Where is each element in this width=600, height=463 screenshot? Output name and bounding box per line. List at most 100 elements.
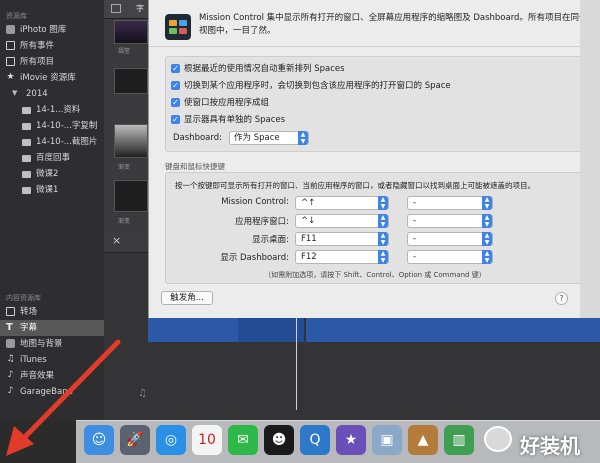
playhead[interactable] [296, 310, 297, 410]
mouse-shortcut-select[interactable]: - ▲ ▼ [407, 214, 493, 228]
chevron-updown-icon: ▲ ▼ [378, 214, 388, 228]
option-label: 根据最近的使用情况自动重新排列 Spaces [184, 64, 345, 74]
event-icon [22, 187, 31, 194]
option-group-windows[interactable]: ✓ 使窗口按应用程序成组 [171, 96, 269, 110]
shortcut-key-value: F12 [301, 252, 317, 262]
sidebar-item-label: 14-1...资料 [36, 105, 81, 115]
sidebar-item[interactable]: ★ iMovie 资源库 [0, 70, 104, 86]
dashboard-select[interactable]: 作为 Space ▲ ▼ [229, 131, 309, 145]
mission-control-preferences-window: Mission Control 集中显示所有打开的窗口、全屏幕应用程序的缩略图及… [148, 0, 600, 318]
sidebar-item[interactable]: 14-10-...截图片 [0, 134, 104, 150]
shortcut-label: Mission Control: [221, 197, 289, 207]
checkbox-checked-icon[interactable]: ✓ [171, 64, 180, 73]
shortcut-mouse-value: - [413, 216, 417, 226]
event-icon [22, 155, 31, 162]
wechat-icon[interactable]: ✉ [228, 425, 258, 455]
divider [149, 46, 600, 47]
title-thumbnail[interactable] [114, 20, 148, 44]
video-clip[interactable] [238, 318, 304, 342]
mouse-shortcut-select[interactable]: - ▲ ▼ [407, 250, 493, 264]
music-note-icon: ♫ [138, 388, 147, 399]
video-clip[interactable] [148, 318, 238, 342]
thumbnail-caption: 渐变 [118, 218, 131, 225]
calendar-icon[interactable]: 10 [192, 425, 222, 455]
keyboard-shortcut-select[interactable]: F11 ▲ ▼ [295, 232, 389, 246]
chevron-updown-icon: ▲ ▼ [482, 250, 492, 264]
help-button[interactable]: ? [555, 292, 568, 305]
close-icon[interactable]: × [112, 234, 121, 247]
preview-icon[interactable]: ▣ [372, 425, 402, 455]
chevron-updown-icon: ▲ ▼ [378, 196, 388, 210]
sidebar-item[interactable]: 转场 [0, 304, 104, 320]
shortcut-description: 按一个按键即可显示所有打开的窗口、当前应用程序的窗口，或者隐藏窗口以找到桌面上可… [175, 181, 535, 190]
title-thumbnail[interactable] [114, 180, 148, 212]
sidebar-item-label: iPhoto 图库 [20, 25, 67, 35]
option-label: 切换到某个应用程序时，会切换到包含该应用程序的打开窗口的 Space [184, 81, 451, 91]
checkbox-checked-icon[interactable]: ✓ [171, 81, 180, 90]
shortcut-row-app-windows: 应用程序窗口: ^↓ ▲ ▼ - ▲ ▼ [149, 214, 600, 228]
library-section-header: 资源库 [6, 12, 27, 20]
numbers-icon[interactable]: ▥ [444, 425, 474, 455]
shortcut-key-value: ^↑ [301, 198, 316, 208]
shortcut-mouse-value: - [413, 234, 417, 244]
sidebar-item-label: iMovie 资源库 [20, 73, 76, 83]
sidebar-item-label: 百度回事 [36, 153, 71, 163]
shortcut-mouse-value: - [413, 252, 417, 262]
sidebar-item[interactable]: 14-10-...字复制 [0, 118, 104, 134]
event-icon [22, 171, 31, 178]
mouse-shortcut-select[interactable]: - ▲ ▼ [407, 196, 493, 210]
sidebar-item[interactable]: 微课2 [0, 166, 104, 182]
title-thumbnail[interactable] [114, 124, 148, 158]
sidebar-item[interactable]: 所有事件 [0, 38, 104, 54]
option-separate-spaces[interactable]: ✓ 显示器具有单独的 Spaces [171, 113, 285, 127]
mouse-shortcut-select[interactable]: - ▲ ▼ [407, 232, 493, 246]
shortcut-row-show-dashboard: 显示 Dashboard: F12 ▲ ▼ - ▲ ▼ [149, 250, 600, 264]
hot-corners-button[interactable]: 触发角... [161, 291, 213, 305]
keyboard-shortcut-select[interactable]: ^↑ ▲ ▼ [295, 196, 389, 210]
chevron-updown-icon: ▲ ▼ [298, 131, 308, 145]
browser-toolbar: 字 [104, 0, 148, 19]
sidebar-item-label: 2014 [26, 89, 48, 99]
sidebar-item[interactable]: 所有项目 [0, 54, 104, 70]
qq-icon[interactable]: ☻ [264, 425, 294, 455]
sidebar-item-label: 14-10-...截图片 [36, 137, 98, 147]
option-switch-to-space[interactable]: ✓ 切换到某个应用程序时，会切换到包含该应用程序的打开窗口的 Space [171, 79, 451, 93]
keynote-icon[interactable]: ▲ [408, 425, 438, 455]
sidebar-item[interactable]: iPhoto 图库 [0, 22, 104, 38]
dashboard-value: 作为 Space [234, 133, 280, 143]
shortcut-key-value: F11 [301, 234, 317, 244]
option-label: 使窗口按应用程序成组 [184, 98, 270, 108]
timeline-header: × [104, 232, 148, 253]
shortcut-label: 显示桌面: [252, 235, 289, 245]
watermark-logo: 好装机 [484, 424, 596, 458]
sidebar-item[interactable]: 百度回事 [0, 150, 104, 166]
imovie-icon[interactable]: ★ [336, 425, 366, 455]
shortcut-section-title: 键盘和鼠标快捷键 [165, 162, 225, 171]
shortcut-key-value: ^↓ [301, 216, 316, 226]
safari-icon[interactable]: ◎ [156, 425, 186, 455]
checkbox-checked-icon[interactable]: ✓ [171, 115, 180, 124]
event-icon [22, 107, 31, 114]
sidebar-item[interactable]: 微课1 [0, 182, 104, 198]
browser-tab-title: 字 [136, 4, 144, 13]
checkbox-checked-icon[interactable]: ✓ [171, 98, 180, 107]
sidebar-item-label: 微课2 [36, 169, 59, 179]
chevron-updown-icon: ▲ ▼ [378, 232, 388, 246]
modifier-hint: （如需附加选项，请按下 Shift、Control、Option 或 Comma… [264, 271, 486, 279]
star-icon: ★ [6, 72, 15, 82]
keyboard-shortcut-select[interactable]: ^↓ ▲ ▼ [295, 214, 389, 228]
keyboard-shortcut-select[interactable]: F12 ▲ ▼ [295, 250, 389, 264]
chevron-updown-icon: ▲ ▼ [482, 196, 492, 210]
shortcut-row-show-desktop: 显示桌面: F11 ▲ ▼ - ▲ ▼ [149, 232, 600, 246]
option-auto-rearrange-spaces[interactable]: ✓ 根据最近的使用情况自动重新排列 Spaces [171, 62, 345, 76]
sidebar-item-label: 所有项目 [20, 57, 55, 67]
video-clip[interactable] [306, 318, 600, 342]
sidebar-toggle-icon[interactable] [111, 4, 121, 13]
sidebar-item[interactable]: ▼ 2014 [0, 86, 104, 102]
mission-control-icon [165, 14, 191, 40]
title-thumbnail[interactable] [114, 68, 148, 94]
watermark-text: 好装机 [520, 434, 580, 458]
sidebar-item[interactable]: 14-1...资料 [0, 102, 104, 118]
quicktime-icon[interactable]: Q [300, 425, 330, 455]
shortcut-label: 显示 Dashboard: [220, 253, 289, 263]
